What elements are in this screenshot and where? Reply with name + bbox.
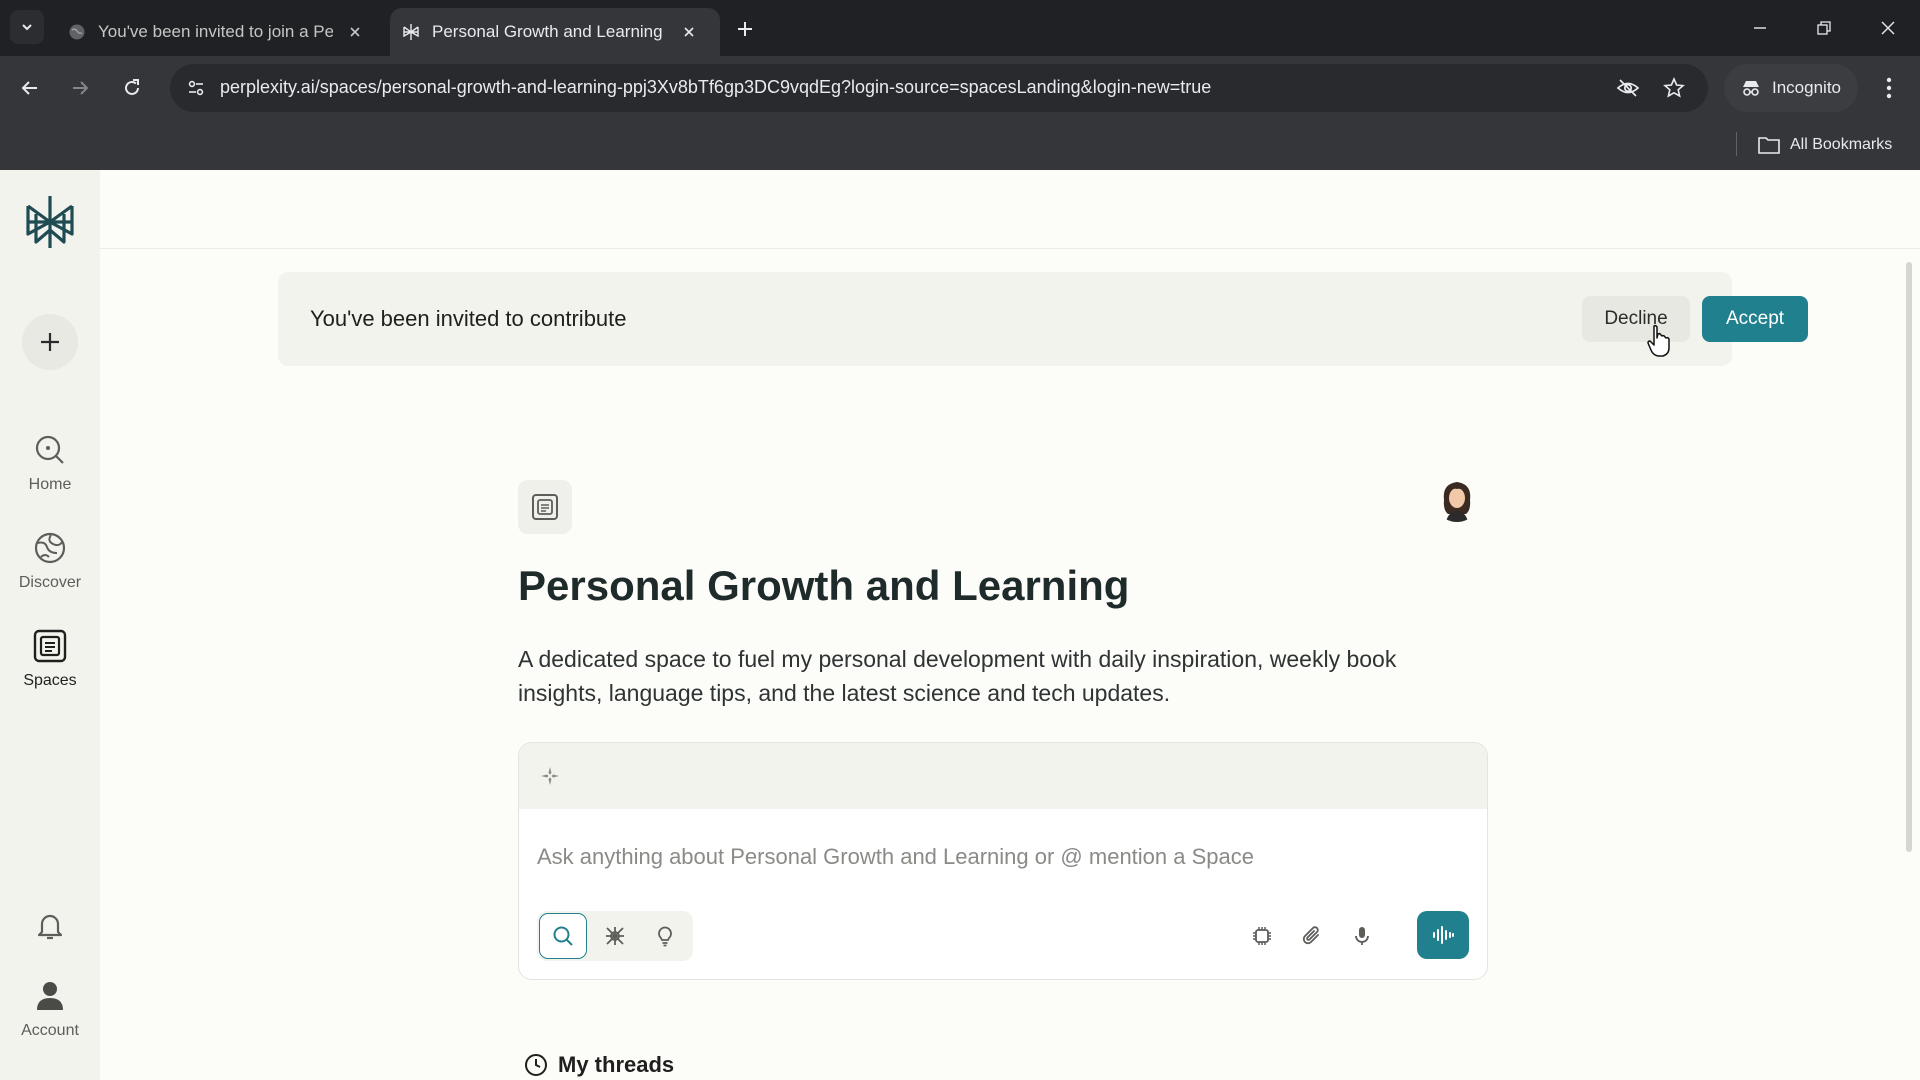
- tab-title: Personal Growth and Learning: [432, 22, 663, 41]
- perplexity-icon: [402, 23, 420, 41]
- new-thread-button[interactable]: [22, 314, 78, 370]
- forward-button[interactable]: [64, 72, 96, 104]
- sidebar-item-label: Spaces: [23, 672, 77, 689]
- ask-input[interactable]: [537, 839, 1437, 875]
- pointer-cursor-icon: [1647, 324, 1670, 357]
- arrow-left-icon: [21, 81, 37, 95]
- bookmarks-bar: All Bookmarks: [0, 120, 1920, 170]
- voice-mode-button[interactable]: [1417, 911, 1469, 959]
- dictation-button[interactable]: [1345, 919, 1379, 953]
- attach-button[interactable]: [1295, 919, 1329, 953]
- divider: [1736, 132, 1737, 156]
- home-icon: [30, 430, 70, 470]
- avatar[interactable]: [1434, 476, 1480, 522]
- waveform-icon: [1433, 926, 1454, 944]
- browser-menu-button[interactable]: [1874, 72, 1904, 104]
- close-window-button[interactable]: [1868, 10, 1908, 46]
- tab-title: You've been invited to join a Pe: [98, 22, 333, 41]
- clock-icon: [525, 1054, 547, 1076]
- scrollbar[interactable]: [1906, 262, 1912, 852]
- incognito-label: Incognito: [1772, 78, 1841, 97]
- search-icon: [553, 926, 573, 946]
- browser-toolbar: perplexity.ai/spaces/personal-growth-and…: [0, 56, 1920, 120]
- more-vertical-icon: [1886, 77, 1892, 99]
- sidebar-item-account[interactable]: Account: [0, 976, 100, 1040]
- sidebar-item-label: Discover: [18, 574, 82, 591]
- page-title: Personal Growth and Learning: [518, 562, 1130, 609]
- decline-button[interactable]: Decline: [1582, 296, 1690, 342]
- ask-box: [518, 742, 1488, 980]
- tab-search-button[interactable]: [10, 10, 44, 44]
- ask-box-header: [519, 743, 1487, 809]
- my-threads-label: My threads: [558, 1052, 675, 1077]
- eye-off-icon[interactable]: [1614, 74, 1642, 102]
- close-icon[interactable]: [343, 20, 367, 44]
- new-tab-button[interactable]: [730, 14, 760, 44]
- close-icon[interactable]: [677, 20, 701, 44]
- close-icon: [1881, 21, 1895, 35]
- minimize-button[interactable]: [1740, 10, 1780, 46]
- bell-icon: [30, 906, 70, 946]
- folder-icon: [1758, 137, 1780, 154]
- reload-button[interactable]: [116, 72, 148, 104]
- reasoning-mode-button[interactable]: [641, 913, 689, 959]
- tab-invite[interactable]: You've been invited to join a Pe: [56, 8, 386, 56]
- account-icon: [30, 976, 70, 1016]
- sidebar-item-spaces[interactable]: Spaces: [0, 626, 100, 690]
- divider: [100, 248, 1920, 249]
- restore-button[interactable]: [1804, 10, 1844, 46]
- globe-icon: [68, 23, 86, 41]
- microphone-icon: [1355, 927, 1369, 945]
- space-icon: [518, 480, 572, 534]
- plus-icon: [41, 333, 59, 351]
- notifications-button[interactable]: [0, 906, 100, 952]
- browser-chrome: You've been invited to join a Pe Persona…: [0, 0, 1920, 170]
- tab-bar: You've been invited to join a Pe Persona…: [0, 0, 1920, 56]
- minimize-icon: [1754, 27, 1766, 29]
- sidebar-item-home[interactable]: Home: [0, 430, 100, 494]
- research-mode-button[interactable]: [591, 913, 639, 959]
- invite-banner: You've been invited to contribute Declin…: [278, 272, 1808, 366]
- incognito-icon: [1743, 81, 1759, 96]
- back-button[interactable]: [14, 72, 46, 104]
- star-icon[interactable]: [1660, 74, 1688, 102]
- incognito-badge[interactable]: Incognito: [1724, 64, 1858, 112]
- spaces-icon: [30, 626, 70, 666]
- url-text[interactable]: perplexity.ai/spaces/personal-growth-and…: [220, 77, 1211, 98]
- perplexity-logo-icon[interactable]: [24, 194, 76, 250]
- main-content: You've been invited to contribute Declin…: [100, 170, 1920, 1080]
- sidebar: Home Discover Spaces Account: [0, 170, 100, 1080]
- chip-icon: [1253, 927, 1271, 945]
- search-mode-button[interactable]: [539, 913, 587, 959]
- sparkle-icon: [541, 767, 559, 785]
- discover-icon: [30, 528, 70, 568]
- tab-personal-growth[interactable]: Personal Growth and Learning: [390, 8, 720, 56]
- arrow-right-icon: [73, 81, 89, 95]
- site-settings-icon[interactable]: [180, 72, 212, 104]
- plus-icon: [738, 22, 752, 36]
- all-bookmarks-label: All Bookmarks: [1790, 136, 1893, 153]
- lightbulb-icon: [658, 926, 672, 947]
- restore-icon: [1817, 21, 1831, 35]
- address-bar[interactable]: perplexity.ai/spaces/personal-growth-and…: [170, 64, 1708, 112]
- research-icon: [606, 927, 624, 945]
- sidebar-item-label: Home: [28, 476, 72, 493]
- model-select-button[interactable]: [1245, 919, 1279, 953]
- sidebar-item-label: Account: [21, 1022, 79, 1039]
- all-bookmarks-button[interactable]: All Bookmarks: [1758, 130, 1892, 160]
- chevron-down-icon: [22, 24, 32, 31]
- my-threads-heading[interactable]: My threads: [524, 1052, 674, 1078]
- reload-icon: [125, 79, 139, 95]
- accept-button[interactable]: Accept: [1702, 296, 1808, 342]
- search-mode-selector: [537, 911, 693, 961]
- space-description: A dedicated space to fuel my personal de…: [518, 646, 1397, 706]
- sidebar-item-discover[interactable]: Discover: [0, 528, 100, 592]
- paperclip-icon: [1302, 926, 1319, 945]
- invite-text: You've been invited to contribute: [310, 306, 627, 331]
